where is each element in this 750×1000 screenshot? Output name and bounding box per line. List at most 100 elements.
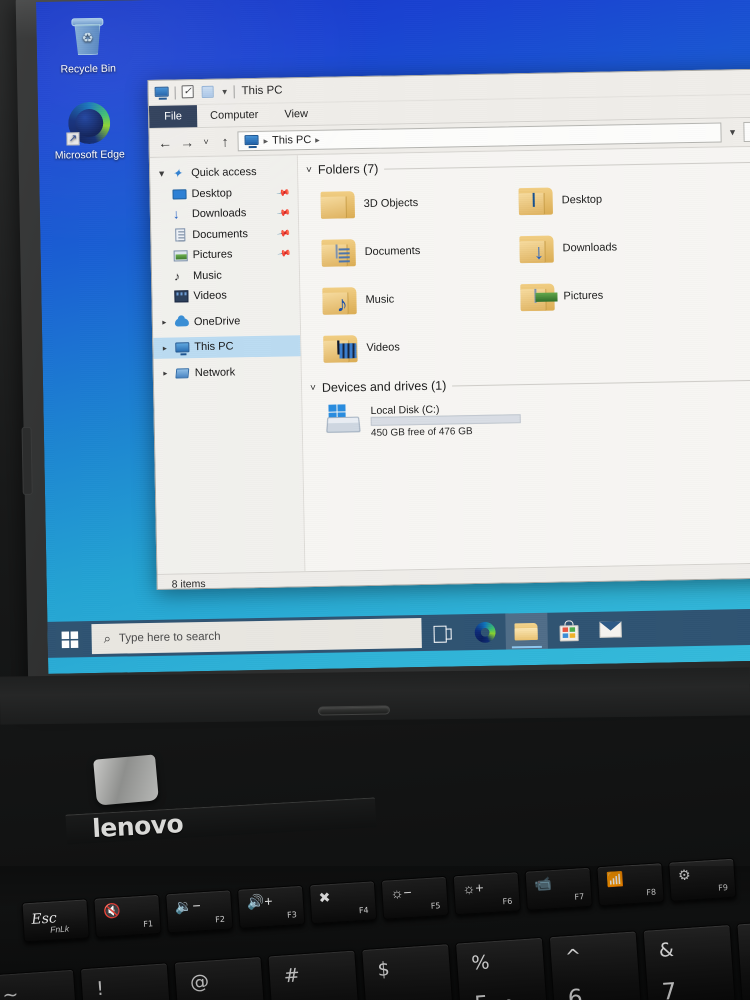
sidebar-item-label: Downloads: [191, 207, 247, 221]
laptop-keyboard: Esc FnLk 🔇 F1 🔉− F2 🔊+ F3 ✖ F4 ☼− F5 ☼+ …: [0, 857, 750, 1000]
store-icon: [559, 619, 579, 642]
sidebar-item-network[interactable]: ▸ Network: [154, 361, 301, 384]
taskbar-search-input[interactable]: ⌕ Type here to search: [91, 618, 422, 655]
search-input[interactable]: Search This PC: [743, 119, 750, 143]
key-label: F8: [646, 887, 657, 898]
desktop-icon-label-line2: Edge: [100, 148, 125, 161]
list-item-label: Music: [365, 293, 395, 307]
recent-locations-button[interactable]: ˅: [199, 132, 212, 151]
key-2[interactable]: @ 2: [173, 955, 268, 1000]
desktop-icon-recycle-bin[interactable]: ♻ Recycle Bin: [50, 14, 125, 76]
tab-view[interactable]: View: [271, 103, 321, 126]
key-8[interactable]: * 8: [736, 917, 750, 1000]
content-pane[interactable]: ˅ Folders (7) 3D Objects Desktop Documen…: [297, 144, 750, 572]
sidebar-item-label: OneDrive: [193, 315, 241, 328]
key-f7-camera-off[interactable]: 📹 F7: [524, 866, 593, 911]
forward-button[interactable]: →: [177, 133, 196, 152]
pin-icon[interactable]: 📌: [276, 226, 292, 241]
folder-videos-icon: [323, 333, 360, 364]
list-item[interactable]: ♪ Music: [308, 273, 507, 325]
list-item-local-disk[interactable]: Local Disk (C:) 450 GB free of 476 GB: [310, 389, 750, 440]
pin-icon[interactable]: 📌: [275, 185, 291, 200]
key-f5-brightness-down[interactable]: ☼− F5: [380, 875, 450, 920]
sidebar-item-desktop[interactable]: Desktop 📌: [150, 182, 297, 205]
volume-down-icon: 🔉−: [174, 897, 202, 915]
list-item[interactable]: Documents: [307, 225, 506, 277]
microsoft-edge-icon: ↗: [52, 100, 127, 147]
this-pc-icon: [154, 86, 170, 100]
key-4[interactable]: $ 4: [361, 943, 455, 1000]
chevron-right-icon[interactable]: ▸: [159, 343, 170, 352]
tab-view-label: View: [284, 108, 309, 121]
file-explorer-window[interactable]: ✓ ▼ This PC File Computer View ← → ˅ ↑ ▸…: [147, 66, 750, 590]
start-button[interactable]: [47, 621, 92, 658]
key-f6-brightness-up[interactable]: ☼+ F6: [452, 871, 521, 916]
key-6[interactable]: ^ 6: [548, 930, 643, 1000]
address-dropdown-icon[interactable]: ▼: [724, 127, 740, 137]
sidebar-item-videos[interactable]: Videos: [152, 284, 299, 307]
sidebar-item-label: Videos: [193, 289, 227, 303]
sidebar-item-onedrive[interactable]: ▸ OneDrive: [153, 310, 300, 333]
chevron-down-icon[interactable]: ˅: [310, 382, 316, 393]
key-3[interactable]: # 3: [267, 949, 362, 1000]
folder-documents-icon: [321, 237, 358, 268]
sidebar-item-pictures[interactable]: Pictures 📌: [151, 243, 298, 266]
tab-file[interactable]: File: [148, 105, 198, 128]
pin-icon[interactable]: 📌: [276, 246, 292, 261]
sidebar-item-this-pc[interactable]: ▸ This PC: [153, 335, 301, 359]
search-icon: ⌕: [103, 630, 112, 646]
sidebar-item-documents[interactable]: Documents 📌: [151, 223, 298, 246]
key-esc[interactable]: Esc FnLk: [21, 898, 90, 943]
up-button[interactable]: ↑: [215, 132, 234, 151]
properties-checkbox-icon[interactable]: ✓: [181, 85, 196, 99]
key-f1-mute[interactable]: 🔇 F1: [93, 893, 162, 938]
sidebar-item-quick-access[interactable]: ▼ ✦ Quick access: [150, 161, 297, 184]
breadcrumb-separator-2[interactable]: ▸: [315, 134, 320, 145]
item-count-label: 8 items: [171, 577, 206, 590]
desktop-icon: [172, 187, 187, 201]
key-main-label: 6: [567, 985, 584, 1000]
tab-computer[interactable]: Computer: [197, 104, 272, 127]
taskbar-item-microsoft-store[interactable]: [547, 612, 590, 649]
key-f3-volume-up[interactable]: 🔊+ F3: [237, 884, 306, 929]
key-5[interactable]: % 5 €: [454, 936, 549, 1000]
list-item[interactable]: Videos: [309, 321, 508, 373]
list-item[interactable]: ↓ Downloads: [505, 222, 704, 274]
taskbar-item-mail[interactable]: [589, 611, 632, 648]
list-item[interactable]: 3D Objects: [306, 177, 505, 229]
breadcrumb-this-pc-icon: [244, 134, 259, 148]
group-rule: [452, 377, 750, 386]
desktop-icon-microsoft-edge[interactable]: ↗ Microsoft Edge: [52, 100, 127, 162]
taskbar-item-microsoft-edge[interactable]: [463, 614, 506, 651]
key-tilde[interactable]: ~ `: [0, 968, 80, 1000]
toolbar-divider: [174, 85, 176, 99]
network-icon: [175, 366, 190, 380]
customize-chevron-icon[interactable]: ▼: [221, 87, 229, 96]
list-item[interactable]: Pictures: [506, 270, 705, 322]
chevron-down-icon[interactable]: ▼: [156, 169, 167, 179]
key-f2-volume-down[interactable]: 🔉− F2: [165, 889, 234, 934]
back-button[interactable]: ←: [155, 133, 174, 152]
key-1[interactable]: ! 1: [79, 962, 174, 1000]
key-7[interactable]: & 7: [642, 923, 737, 1000]
chevron-right-icon[interactable]: ▸: [159, 318, 170, 327]
key-label: F7: [574, 892, 585, 902]
new-folder-icon[interactable]: [201, 85, 216, 99]
sidebar-item-label: Pictures: [192, 248, 233, 262]
key-f8-airplane-mode[interactable]: 📶 F8: [596, 862, 665, 907]
pin-icon[interactable]: 📌: [276, 205, 291, 220]
sidebar-item-label: Documents: [192, 227, 249, 241]
key-f4-mic-mute[interactable]: ✖ F4: [308, 880, 378, 925]
local-disk-icon: [324, 404, 363, 435]
taskbar-item-task-view[interactable]: [421, 614, 464, 651]
list-item[interactable]: Desktop: [504, 174, 703, 226]
taskbar-item-file-explorer[interactable]: [505, 612, 548, 650]
breadcrumb-this-pc[interactable]: This PC: [272, 134, 311, 147]
chevron-right-icon[interactable]: ▸: [160, 369, 171, 378]
sidebar-item-downloads[interactable]: ↓ Downloads 📌: [151, 202, 298, 225]
navigation-pane[interactable]: ▼ ✦ Quick access Desktop 📌 ↓ Downloads 📌: [149, 155, 306, 574]
key-f9-settings[interactable]: ⚙ F9: [668, 857, 737, 902]
breadcrumb-separator: ▸: [263, 135, 269, 146]
chevron-down-icon[interactable]: ˅: [306, 164, 312, 175]
sidebar-item-music[interactable]: ♪ Music: [152, 264, 299, 287]
